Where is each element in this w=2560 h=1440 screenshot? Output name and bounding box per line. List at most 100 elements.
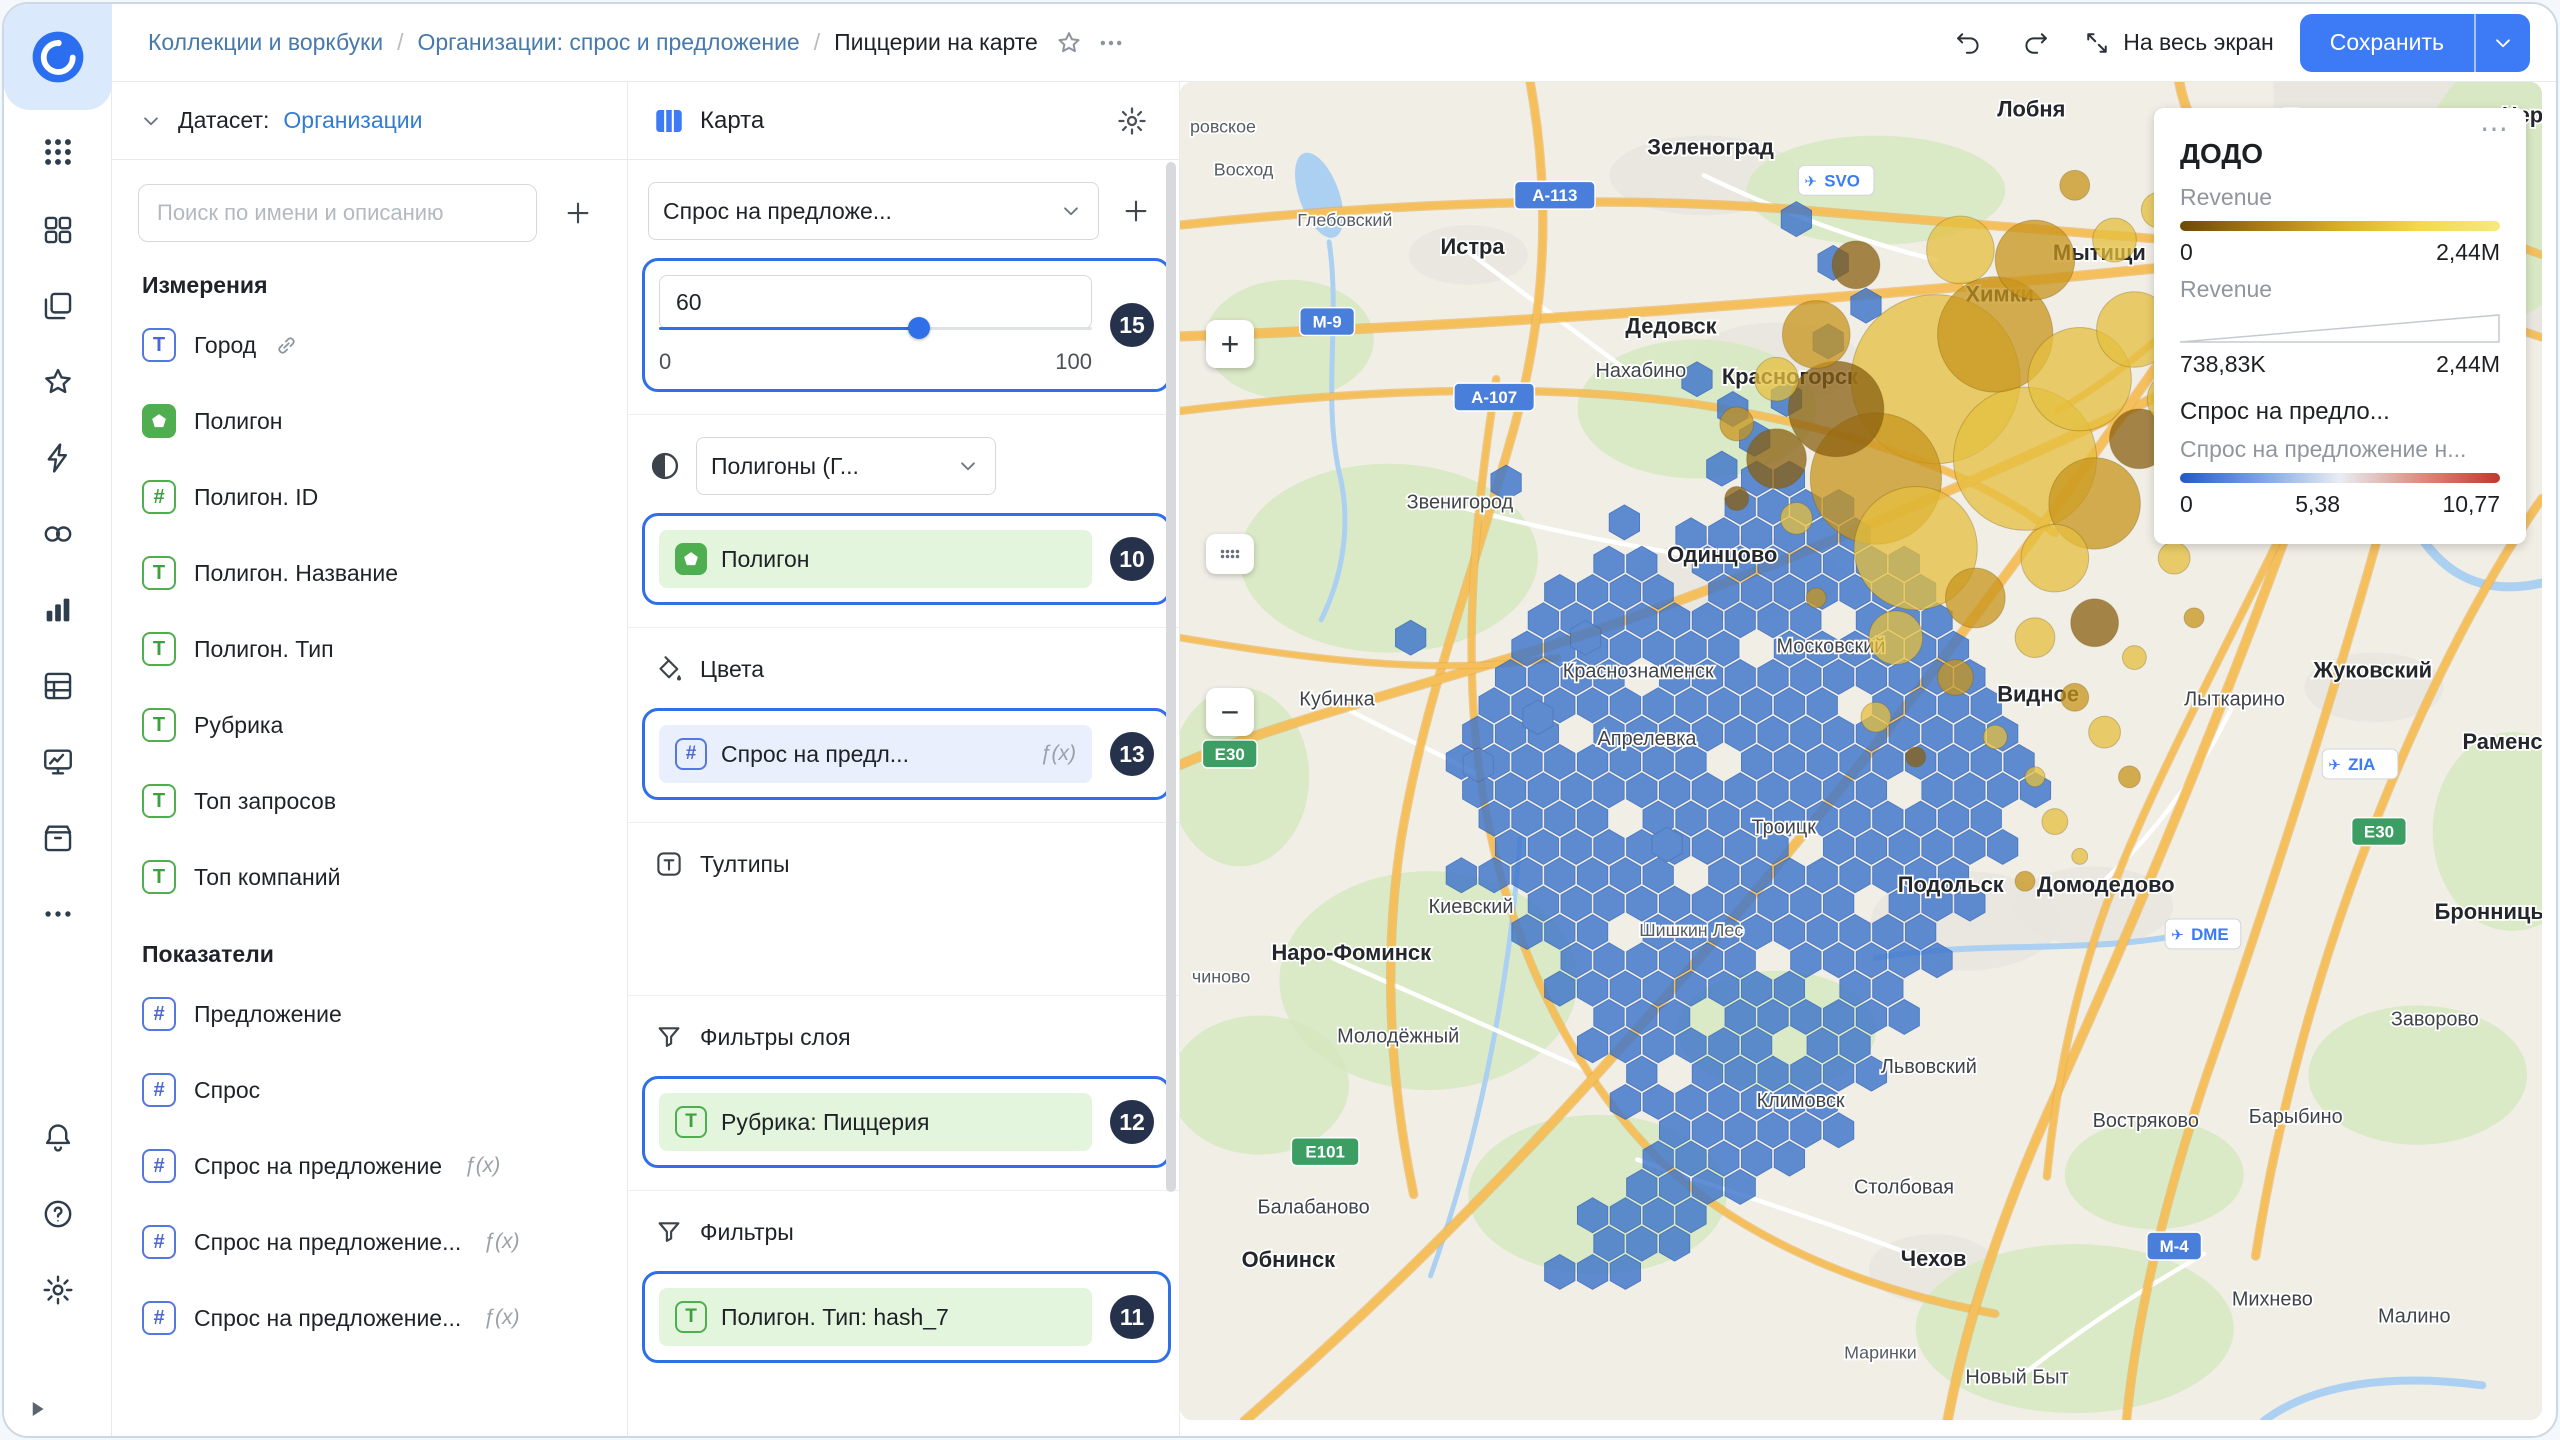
dimensions-title: Измерения (112, 246, 627, 307)
star-icon (41, 365, 75, 399)
geotype-select[interactable]: Полигоны (Г... (696, 437, 996, 495)
fullscreen-button[interactable]: На весь экран (2083, 29, 2274, 57)
svg-text:М-4: М-4 (2160, 1237, 2190, 1256)
rail-table-button[interactable] (30, 660, 86, 712)
chevron-down-icon (138, 108, 164, 134)
dataset-header[interactable]: Датасет: Организации (112, 82, 627, 160)
dataset-field-row[interactable]: TРубрика (112, 687, 627, 763)
chart-config-header: Карта (628, 82, 1179, 160)
number-field-icon: # (142, 1301, 176, 1335)
redo-icon (2022, 29, 2050, 57)
rail-box-button[interactable] (30, 812, 86, 864)
layer-filters-section-header: Фильтры слоя (628, 996, 1179, 1058)
dataset-field-row[interactable]: #Спрос на предложение...ƒ(x) (112, 1280, 627, 1356)
breadcrumb-item: Пиццерии на карте (834, 29, 1038, 56)
formula-icon: ƒ(x) (464, 1154, 500, 1178)
rail-bolt-button[interactable] (30, 432, 86, 484)
field-label: Город (194, 332, 256, 359)
field-label: Топ запросов (194, 788, 336, 815)
topbar-actions: На весь экран Сохранить (1947, 14, 2530, 72)
chart-config-panel: Карта Спрос на предложе... 60 0 100 (628, 82, 1180, 1436)
dataset-field-row[interactable]: #Предложение (112, 976, 627, 1052)
layer-select[interactable]: Спрос на предложе... (648, 182, 1099, 240)
datalens-logo-icon (29, 28, 87, 86)
opacity-slider-handle[interactable] (908, 317, 930, 339)
rail-widgets-button[interactable] (30, 204, 86, 256)
dataset-field-row[interactable]: TГород (112, 307, 627, 383)
add-field-button[interactable] (555, 190, 601, 236)
save-menu-button[interactable] (2474, 14, 2530, 72)
dataset-field-row[interactable]: TТоп компаний (112, 839, 627, 915)
map-city-label: Раменское (2462, 729, 2542, 754)
favorite-button[interactable] (1048, 22, 1090, 64)
map-city-label: Одинцово (1667, 542, 1777, 567)
scrollbar-thumb[interactable] (1166, 162, 1176, 1192)
tooltips-section-header: Тултипы (628, 823, 1179, 885)
ruler-icon (1215, 539, 1245, 569)
dataset-field-row[interactable]: #Спрос (112, 1052, 627, 1128)
legend-layer1-title: ДОДО (2180, 138, 2500, 170)
dataset-field-row[interactable]: TПолигон. Тип (112, 611, 627, 687)
layer-filter-chip[interactable]: T Рубрика: Пиццерия (659, 1093, 1092, 1151)
map-city-label: Звенигород (1407, 491, 1514, 513)
field-label: Спрос на предложение (194, 1153, 442, 1180)
legend-max: 2,44M (2436, 239, 2500, 266)
bolt-icon (41, 441, 75, 475)
add-layer-button[interactable] (1113, 188, 1159, 234)
save-split-button: Сохранить (2300, 14, 2530, 72)
opacity-value: 60 (676, 289, 702, 316)
rail-dots-button[interactable] (30, 888, 86, 940)
dataset-field-row[interactable]: #Спрос на предложение...ƒ(x) (112, 1204, 627, 1280)
geofield-chip[interactable]: Полигон (659, 530, 1092, 588)
undo-button[interactable] (1947, 22, 1989, 64)
rail-gear-button[interactable] (30, 1264, 86, 1316)
dataset-field-row[interactable]: TТоп запросов (112, 763, 627, 839)
rail-monitor-button[interactable] (30, 736, 86, 788)
map-city-label: Подольск (1898, 872, 2004, 897)
formula-icon: ƒ(x) (483, 1306, 519, 1330)
chart-settings-button[interactable] (1109, 98, 1155, 144)
legend-size-max: 2,44M (2436, 351, 2500, 378)
zoom-out-button[interactable]: − (1206, 688, 1254, 736)
more-actions-button[interactable] (1090, 22, 1132, 64)
bars-icon (41, 593, 75, 627)
breadcrumb-item[interactable]: Организации: спрос и предложение (417, 29, 799, 56)
redo-button[interactable] (2015, 22, 2057, 64)
dataset-field-row[interactable]: #Полигон. ID (112, 459, 627, 535)
legend-scale-mid: 5,38 (2295, 491, 2340, 518)
rail-collections-button[interactable] (30, 280, 86, 332)
legend-menu-button[interactable]: ⋯ (2480, 112, 2508, 145)
ruler-button[interactable] (1206, 534, 1254, 574)
field-label: Полигон (194, 408, 282, 435)
search-input[interactable] (138, 184, 537, 242)
dataset-field-row[interactable]: Полигон (112, 383, 627, 459)
zoom-in-button[interactable]: + (1206, 320, 1254, 368)
number-field-icon: # (142, 1225, 176, 1259)
filter-group: T Полигон. Тип: hash_7 11 (642, 1271, 1171, 1363)
logo-tab[interactable] (4, 4, 112, 110)
map-city-label: Климовск (1757, 1090, 1845, 1112)
dataset-field-row[interactable]: TПолигон. Название (112, 535, 627, 611)
rail-help-button[interactable] (30, 1188, 86, 1240)
collapse-sidebar-button[interactable] (16, 1392, 56, 1428)
map-city-label: Лыткарино (2184, 688, 2285, 710)
legend-size-min: 738,83K (2180, 351, 2266, 378)
dataset-field-row[interactable]: #Спрос на предложениеƒ(x) (112, 1128, 627, 1204)
formula-icon: ƒ(x) (483, 1230, 519, 1254)
chip-label: Спрос на предл... (721, 741, 1022, 768)
text-field-icon: T (142, 860, 176, 894)
opacity-slider[interactable] (659, 317, 1092, 339)
revenue-gradient (2180, 221, 2500, 231)
map-city-label: Молодёжный (1337, 1025, 1459, 1047)
dataset-name-link[interactable]: Организации (283, 107, 422, 134)
rail-rings-button[interactable] (30, 508, 86, 560)
save-button[interactable]: Сохранить (2300, 14, 2474, 72)
rail-star-button[interactable] (30, 356, 86, 408)
rail-bell-button[interactable] (30, 1112, 86, 1164)
breadcrumb-item[interactable]: Коллекции и воркбуки (148, 29, 383, 56)
all-services-button[interactable] (30, 126, 86, 178)
color-field-chip[interactable]: # Спрос на предл... ƒ(x) (659, 725, 1092, 783)
geotype-row: Полигоны (Г... (628, 415, 1179, 495)
filter-chip[interactable]: T Полигон. Тип: hash_7 (659, 1288, 1092, 1346)
rail-bars-button[interactable] (30, 584, 86, 636)
